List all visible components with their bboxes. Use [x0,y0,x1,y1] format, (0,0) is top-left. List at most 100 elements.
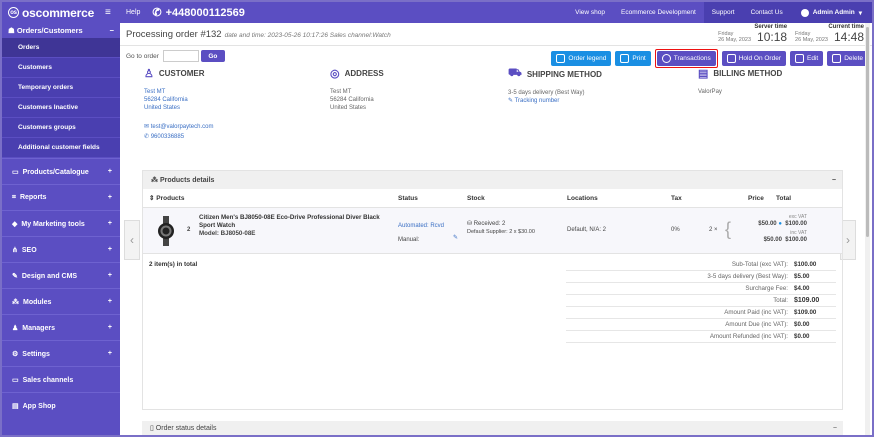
shipping-section: ⛟ SHIPPING METHOD 3-5 days delivery (Best… [508,67,602,105]
product-stock: ⛁ Received: 2 Default Supplier: 2 x $30.… [467,220,535,236]
edit-label: Edit [807,55,819,62]
current-date-text: 26 May, 2023 [795,37,828,43]
admin-menu[interactable]: Admin Admin ▾ [790,2,872,23]
sidebar-item-orders[interactable]: Orders [2,38,120,58]
exc-vat-label: exc VAT [788,214,807,220]
collapse-icon[interactable]: − [832,177,836,184]
sidebar-item-additional-customer-fields[interactable]: Additional customer fields [2,138,120,158]
shop-icon: ▤ [12,402,19,410]
sidebar-item-temporary-orders[interactable]: Temporary orders [2,78,120,98]
edit-status-icon[interactable]: ✎ [453,234,458,241]
prev-order-arrow[interactable]: ‹ [124,220,140,260]
phone-icon: ✆ [144,134,151,140]
sidebar-item-label: Design and CMS [21,272,78,280]
address-title: ADDRESS [344,69,384,78]
product-name[interactable]: Citizen Men's BJ8050-08E Eco-Drive Profe… [199,214,389,230]
ecommerce-development-link[interactable]: Ecommerce Development [613,2,704,23]
order-status-title: ▯ Order status details [150,424,217,432]
shipping-title: SHIPPING METHOD [526,69,602,79]
plus-icon: + [107,194,112,201]
scrollbar[interactable] [865,23,870,435]
product-qty: 2 [187,227,191,233]
goto-order-input[interactable] [162,50,199,62]
sidebar-item-label-wrap: ✎ Design and CMS [12,272,77,280]
avatar-icon [800,8,809,17]
person-icon: ♙ [144,68,154,80]
sidebar-item-products-catalogue[interactable]: ▭ Products/Catalogue + [2,158,120,184]
customer-details[interactable]: Test MT 56284 California United States [144,88,214,112]
sidebar-item-design-cms[interactable]: ✎ Design and CMS + [2,262,120,288]
price-exc-vat: $50.00 [758,221,777,227]
order-actions: Order legend Print Transactions Hold On … [551,49,868,68]
support-link[interactable]: Support [703,2,743,23]
sidebar-item-label: Sales channels [22,376,74,384]
order-meta: date and time: 2023-05-26 10:17:26 Sales… [224,31,391,39]
view-shop-link[interactable]: View shop [567,2,613,23]
logo-icon: os [8,7,19,18]
sidebar-item-customers[interactable]: Customers [2,58,120,78]
customer-phone[interactable]: ✆ 9600336885 [144,132,214,142]
order-title: Processing order #132 [126,28,222,40]
contact-us-link[interactable]: Contact Us [742,2,791,23]
total-inc-vat: $100.00 [785,237,807,243]
product-image[interactable] [157,216,175,246]
transactions-highlight: Transactions [654,49,718,68]
top-links: View shop Ecommerce Development Support … [567,2,872,23]
order-legend-label: Order legend [568,55,607,62]
collapse-icon[interactable]: − [833,425,837,432]
tracking-number-link[interactable]: ✎ Tracking number [508,97,602,105]
sidebar-item-customers-inactive[interactable]: Customers Inactive [2,98,120,118]
customer-email[interactable]: ✉ test@valorpaytech.com [144,122,214,132]
sidebar-item-customers-groups[interactable]: Customers groups [2,118,120,138]
sidebar-item-sales-channels[interactable]: ▭ Sales channels [2,366,120,392]
current-time-row: Friday 26 May, 2023 14:48 [795,30,864,44]
print-button[interactable]: Print [615,51,651,66]
stock-received-text: Received: 2 [473,221,506,227]
go-button[interactable]: Go [200,50,225,62]
sitemap-icon: ⋔ [12,246,18,254]
totals-value: $0.00 [794,321,810,328]
delete-button[interactable]: Delete [827,51,868,66]
logo[interactable]: os oscommerce ≡ [2,6,120,20]
info-icon[interactable]: ● [778,221,782,227]
sidebar-section-orders-customers[interactable]: ☗ Orders/Customers − [2,23,120,38]
product-model: Model: BJ8050-08E [199,230,389,238]
product-location: Default, N/A: 2 [567,227,607,233]
help-link[interactable]: Help [126,9,140,16]
inc-vat-label: inc VAT [790,230,807,236]
status-automated[interactable]: Automated: Rcvd [398,219,444,233]
scrollbar-thumb[interactable] [866,27,869,237]
plus-icon: + [107,298,112,305]
sidebar-item-managers[interactable]: ♟ Managers + [2,314,120,340]
sidebar-section-label: ☗ Orders/Customers [8,26,83,35]
server-time: Server time Friday 26 May, 2023 10:18 [718,24,787,44]
order-status-panel-header: ▯ Order status details − [142,421,843,435]
logo-text: oscommerce [22,5,95,20]
sidebar-item-reports[interactable]: ⌗ Reports + [2,184,120,210]
col-products[interactable]: ⇕ Products [149,194,184,202]
edit-button[interactable]: Edit [790,51,824,66]
order-legend-button[interactable]: Order legend [551,51,612,66]
transactions-button[interactable]: Transactions [656,51,716,66]
hold-label: Hold On Order [738,55,781,62]
totals-label: Amount Refunded (inc VAT): [709,333,788,340]
order-info: ♙ CUSTOMER Test MT 56284 California Unite… [138,67,858,179]
sidebar-item-app-shop[interactable]: ▤ App Shop [2,392,120,418]
users-icon: ☗ [8,26,17,35]
sidebar-item-modules[interactable]: ⁂ Modules + [2,288,120,314]
collapse-icon: − [109,26,114,35]
sidebar-item-marketing-tools[interactable]: ◆ My Marketing tools + [2,210,120,236]
admin-name: Admin Admin [812,9,855,16]
totals-value: $5.00 [794,273,810,280]
page-header: Processing order #132 date and time: 2023… [120,23,872,46]
menu-toggle-icon[interactable]: ≡ [105,7,111,18]
stock-received: ⛁ Received: 2 [467,220,535,228]
server-date-text: 26 May, 2023 [718,37,752,43]
phone-icon: ✆ [152,7,162,19]
sidebar-item-seo[interactable]: ⋔ SEO + [2,236,120,262]
sidebar-item-label-wrap: ⚙ Settings [12,350,50,358]
sidebar-item-settings[interactable]: ⚙ Settings + [2,340,120,366]
sidebar-item-label-wrap: ⌗ Reports [12,194,46,202]
price-qty: 2 × [709,227,718,233]
hold-on-order-button[interactable]: Hold On Order [721,51,786,66]
